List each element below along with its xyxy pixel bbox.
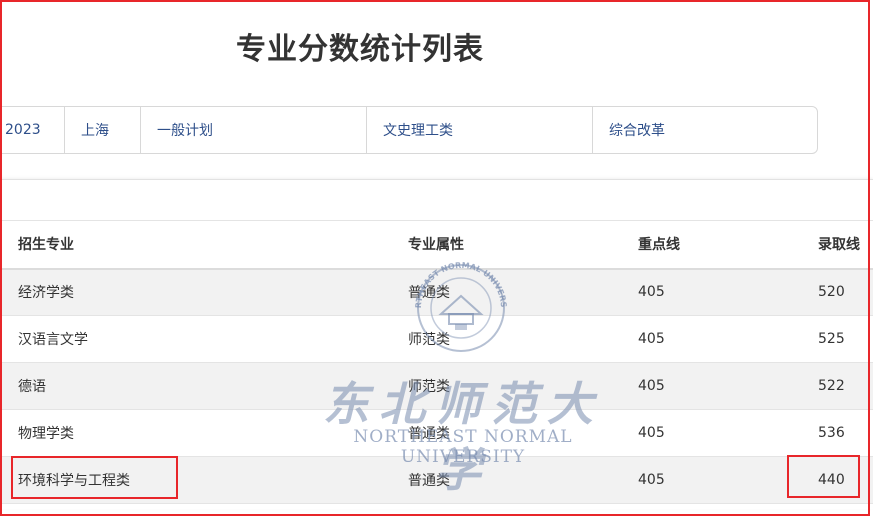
cell-key-line: 405 <box>620 315 810 363</box>
cell-attribute: 普通类 <box>390 409 620 457</box>
score-table: 招生专业 专业属性 重点线 录取线 经济学类 普通类 405 520 汉语言文学… <box>0 220 873 504</box>
table-row: 汉语言文学 师范类 405 525 <box>0 315 873 363</box>
cell-admission-line: 522 <box>810 362 873 410</box>
filter-reform[interactable]: 综合改革 <box>593 107 817 153</box>
header-key-line: 重点线 <box>620 220 810 270</box>
table-row: 物理学类 普通类 405 536 <box>0 409 873 457</box>
table-header-row: 招生专业 专业属性 重点线 录取线 <box>0 220 873 270</box>
cell-attribute: 普通类 <box>390 456 620 504</box>
table-row: 德语 师范类 405 522 <box>0 362 873 410</box>
cell-admission-line: 440 <box>810 456 873 504</box>
cell-major: 经济学类 <box>0 268 390 316</box>
cell-admission-line: 520 <box>810 268 873 316</box>
cell-key-line: 405 <box>620 456 810 504</box>
cell-key-line: 405 <box>620 268 810 316</box>
filter-region[interactable]: 上海 <box>65 107 141 153</box>
score-table-panel: 招生专业 专业属性 重点线 录取线 经济学类 普通类 405 520 汉语言文学… <box>0 179 873 509</box>
cell-admission-line: 525 <box>810 315 873 363</box>
cell-attribute: 师范类 <box>390 362 620 410</box>
filter-category[interactable]: 文史理工类 <box>367 107 593 153</box>
filter-bar: 2023 上海 一般计划 文史理工类 综合改革 <box>0 106 818 154</box>
cell-major: 物理学类 <box>0 409 390 457</box>
cell-major: 德语 <box>0 362 390 410</box>
header-attribute: 专业属性 <box>390 220 620 270</box>
page-title: 专业分数统计列表 <box>236 32 484 67</box>
cell-major: 汉语言文学 <box>0 315 390 363</box>
header-admission-line: 录取线 <box>810 220 873 270</box>
table-row: 经济学类 普通类 405 520 <box>0 268 873 316</box>
cell-attribute: 师范类 <box>390 315 620 363</box>
cell-key-line: 405 <box>620 409 810 457</box>
filter-plan[interactable]: 一般计划 <box>141 107 367 153</box>
filter-year[interactable]: 2023 <box>0 107 65 153</box>
cell-attribute: 普通类 <box>390 268 620 316</box>
header-major: 招生专业 <box>0 220 390 270</box>
table-row: 环境科学与工程类 普通类 405 440 <box>0 456 873 504</box>
cell-major: 环境科学与工程类 <box>0 456 390 504</box>
cell-key-line: 405 <box>620 362 810 410</box>
cell-admission-line: 536 <box>810 409 873 457</box>
